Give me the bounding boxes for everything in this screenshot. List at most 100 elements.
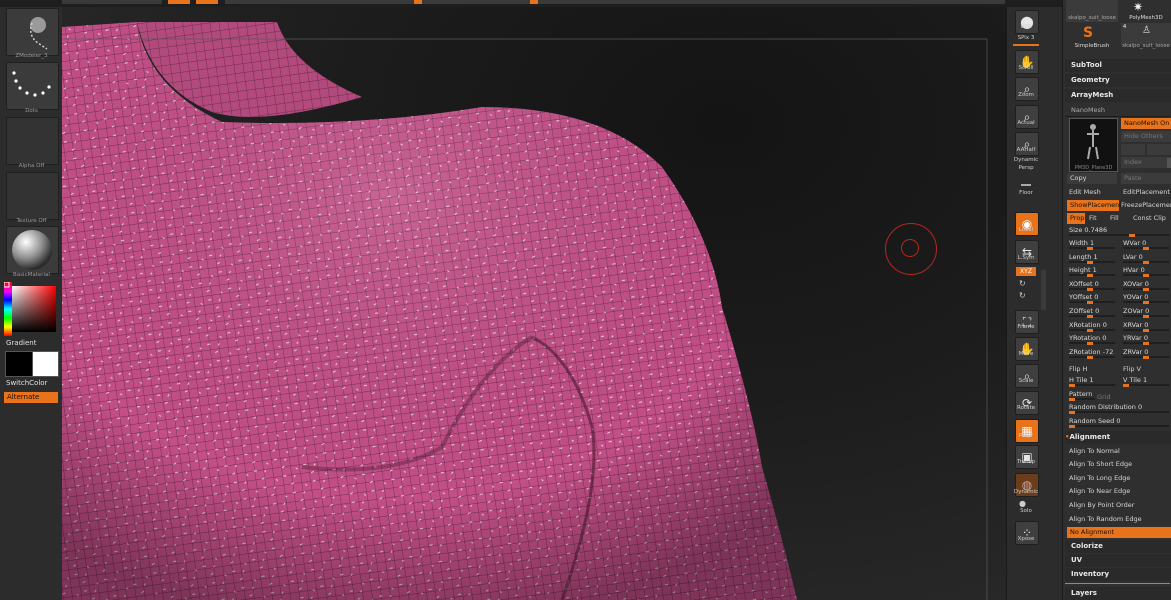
polyf-button[interactable]: ▦: [1015, 419, 1039, 443]
subtool-menu[interactable]: SubTool: [1065, 59, 1171, 72]
freeze-placement-button[interactable]: FreezePlacement: [1121, 199, 1171, 211]
paste-button[interactable]: Paste: [1121, 173, 1171, 184]
slider-right[interactable]: HVar 0: [1121, 265, 1171, 278]
slider-left[interactable]: XOffset 0: [1067, 279, 1117, 291]
material-thumbnail[interactable]: [6, 226, 59, 274]
const-clip-button[interactable]: Const Clip: [1133, 212, 1171, 224]
slider-left[interactable]: ZRotation -72: [1067, 347, 1117, 359]
index-slider[interactable]: Index: [1121, 157, 1171, 168]
top-bar-segment[interactable]: [62, 0, 162, 4]
color-picker[interactable]: [3, 281, 58, 336]
slider-right[interactable]: ZRVar 0: [1121, 347, 1171, 359]
switch-color-button[interactable]: SwitchColor: [6, 379, 47, 387]
palette-scroll-thumb[interactable]: [1167, 158, 1171, 168]
transp-button[interactable]: ▣: [1015, 445, 1039, 469]
layers-menu[interactable]: Layers: [1065, 587, 1171, 600]
brush-thumbnail[interactable]: [6, 8, 59, 56]
floor-button[interactable]: Floor: [1007, 190, 1045, 196]
dynamic-label[interactable]: Dynamic: [1007, 157, 1045, 163]
spix-slider[interactable]: [1013, 44, 1039, 46]
slider-right[interactable]: WVar 0: [1121, 238, 1171, 250]
spix-label[interactable]: SPix 3: [1007, 35, 1045, 41]
move-button[interactable]: ✋: [1015, 337, 1039, 361]
subtool-text: SubTool: [1071, 61, 1102, 69]
slider-left[interactable]: YRotation 0: [1067, 333, 1117, 346]
solo-button[interactable]: Solo: [1007, 508, 1045, 514]
uv-menu[interactable]: UV: [1065, 554, 1171, 567]
nanomesh-thumbnail[interactable]: PM3D_Plane3D: [1069, 118, 1118, 172]
stroke-thumbnail[interactable]: [6, 62, 59, 110]
persp-button[interactable]: Persp: [1007, 165, 1045, 171]
slider-left[interactable]: YOffset 0: [1067, 292, 1117, 305]
gradient-label[interactable]: Gradient: [6, 339, 36, 347]
alignment-menu[interactable]: •Alignment: [1065, 431, 1171, 444]
top-bar-slider-knob[interactable]: [414, 0, 422, 4]
edit-placement-button[interactable]: EditPlacement: [1123, 186, 1170, 198]
top-bar-slider-track[interactable]: [225, 0, 1005, 4]
inventory-menu[interactable]: Inventory: [1065, 568, 1171, 581]
slider-left[interactable]: ZOffset 0: [1067, 306, 1117, 318]
rotate-button[interactable]: ⟳: [1015, 391, 1039, 415]
scale-button[interactable]: ⌕: [1015, 364, 1039, 388]
nanomesh-on-button[interactable]: NanoMesh On: [1121, 118, 1171, 129]
top-bar-orange-button[interactable]: [196, 0, 218, 4]
nanomesh-header[interactable]: NanoMesh: [1065, 104, 1171, 116]
rotate-axis-icon-2[interactable]: ↻: [1019, 291, 1026, 300]
texture-thumbnail[interactable]: [6, 172, 59, 220]
pattern-slider[interactable]: Pattern: [1067, 389, 1097, 401]
secondary-color-swatch[interactable]: [32, 351, 59, 377]
align-to-random-edge-button[interactable]: Align To Random Edge: [1069, 513, 1171, 525]
top-bar-orange-button[interactable]: [168, 0, 190, 4]
top-bar-slider-knob[interactable]: [530, 0, 538, 4]
arraymesh-menu[interactable]: ArrayMesh: [1065, 89, 1171, 102]
prop-button[interactable]: Prop: [1067, 213, 1085, 224]
flip-h-button[interactable]: Flip H: [1069, 363, 1087, 375]
shelf-scrollbar[interactable]: [1041, 270, 1046, 310]
viewport-canvas[interactable]: [62, 7, 1006, 600]
random-distribution-slider[interactable]: Random Distribution 0: [1067, 402, 1171, 414]
nano-small-button[interactable]: [1121, 144, 1145, 155]
slider-right[interactable]: XRVar 0: [1121, 320, 1171, 332]
main-color-swatch[interactable]: [5, 351, 33, 377]
align-to-normal-button[interactable]: Align To Normal: [1069, 445, 1171, 457]
xyz-button[interactable]: XYZ: [1016, 267, 1036, 276]
show-placement-button[interactable]: ShowPlacement: [1067, 200, 1122, 211]
edit-mesh-button[interactable]: Edit Mesh: [1069, 186, 1101, 198]
copy-button[interactable]: Copy: [1067, 173, 1117, 184]
rotate-axis-icon[interactable]: ↻: [1019, 279, 1026, 288]
size-slider[interactable]: Size 0.7486: [1067, 225, 1171, 237]
mesh-model[interactable]: [62, 7, 1006, 600]
bpr-button[interactable]: ●: [1015, 10, 1039, 34]
align-to-long-edge-button[interactable]: Align To Long Edge: [1069, 472, 1171, 484]
fit-button[interactable]: Fit: [1089, 212, 1109, 224]
nano-small-button-2[interactable]: [1147, 144, 1171, 155]
slider-right[interactable]: XOVar 0: [1121, 279, 1171, 291]
random-seed-slider[interactable]: Random Seed 0: [1067, 416, 1171, 428]
align-to-near-edge-button[interactable]: Align To Near Edge: [1069, 485, 1171, 497]
flip-v-button[interactable]: Flip V: [1123, 363, 1141, 375]
no-alignment-button[interactable]: No Alignment: [1067, 527, 1171, 538]
align-by-point-order-button[interactable]: Align By Point Order: [1069, 499, 1171, 511]
align-to-short-edge-button[interactable]: Align To Short Edge: [1069, 458, 1171, 470]
slider-left[interactable]: Height 1: [1067, 265, 1117, 278]
hide-others-button[interactable]: Hide Others: [1121, 131, 1171, 142]
colorize-menu[interactable]: Colorize: [1065, 540, 1171, 553]
v-tile-slider[interactable]: V Tile 1: [1121, 375, 1171, 387]
slider-left[interactable]: XRotation 0: [1067, 320, 1117, 332]
slider-right[interactable]: YRVar 0: [1121, 333, 1171, 346]
alternate-button[interactable]: Alternate: [4, 392, 58, 403]
slider-left[interactable]: Length 1: [1067, 252, 1117, 264]
size-label: Size: [1069, 226, 1083, 234]
geometry-menu[interactable]: Geometry: [1065, 74, 1171, 87]
slider-right[interactable]: YOVar 0: [1121, 292, 1171, 305]
tool-thumb-2-label[interactable]: PolyMesh3D: [1121, 15, 1171, 21]
alpha-thumbnail[interactable]: [6, 117, 59, 165]
fill-button[interactable]: Fill: [1110, 212, 1130, 224]
random-distribution-label: Random Distribution: [1069, 403, 1136, 411]
tool-thumb-3-label[interactable]: SimpleBrush: [1066, 43, 1118, 49]
h-tile-slider[interactable]: H Tile 1: [1067, 375, 1117, 387]
slider-right[interactable]: ZOVar 0: [1121, 306, 1171, 318]
slider-left[interactable]: Width 1: [1067, 238, 1117, 250]
frame-button[interactable]: ⛶: [1015, 310, 1039, 334]
slider-right[interactable]: LVar 0: [1121, 252, 1171, 264]
